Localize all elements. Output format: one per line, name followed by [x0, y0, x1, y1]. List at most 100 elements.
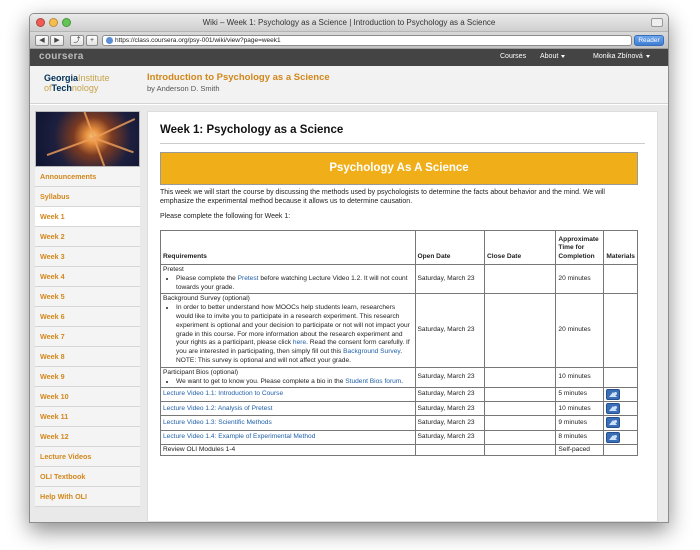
- table-header-row: Requirements Open Date Close Date Approx…: [160, 230, 638, 265]
- close-date: [484, 443, 557, 457]
- header-approx-time: Approximate Time for Completion: [555, 230, 605, 265]
- close-date: [484, 429, 557, 445]
- chevron-down-icon: [645, 54, 650, 58]
- open-date: Saturday, March 23: [414, 401, 486, 417]
- logo-word-nology: nology: [71, 83, 99, 93]
- coursera-logo[interactable]: coursera: [39, 51, 84, 62]
- url-text: https://class.coursera.org/psy-001/wiki/…: [115, 37, 281, 44]
- nav-user-menu[interactable]: Monika Zbínová: [593, 53, 650, 60]
- lecture-link-3[interactable]: Lecture Video 1.3: Scientific Methods: [163, 419, 272, 426]
- instructions-text: Please complete the following for Week 1…: [160, 213, 291, 220]
- sidebar-item-announcements[interactable]: Announcements: [35, 167, 140, 187]
- sidebar-item-help-with-oli[interactable]: Help With OLI: [35, 487, 140, 507]
- image-icon[interactable]: [606, 417, 621, 429]
- main-content: Week 1: Psychology as a Science Psycholo…: [147, 111, 658, 522]
- reader-button[interactable]: Reader: [634, 35, 664, 46]
- bios-heading: Participant Bios (optional): [163, 368, 239, 376]
- lecture-link-2[interactable]: Lecture Video 1.2: Analysis of Pretest: [163, 405, 272, 412]
- logo-word-georgia: Georgia: [44, 73, 79, 83]
- table-row: Lecture Video 1.3: Scientific Methods Sat…: [160, 415, 638, 431]
- materials-cell: [603, 387, 638, 403]
- sidebar-item-oli-textbook[interactable]: OLI Textbook: [35, 467, 140, 487]
- close-date: [484, 415, 557, 431]
- table-row: Pretest Please complete the Pretest befo…: [160, 263, 638, 295]
- sidebar-item-week-12[interactable]: Week 12: [35, 427, 140, 447]
- approx-time: 20 minutes: [555, 293, 605, 368]
- sidebar-item-week-6[interactable]: Week 6: [35, 307, 140, 327]
- materials-cell: [603, 401, 638, 417]
- nav-courses[interactable]: Courses: [500, 53, 526, 60]
- pretest-list: Please complete the Pretest before watch…: [176, 275, 413, 293]
- background-survey-link[interactable]: Background Survey: [343, 348, 400, 355]
- browser-toolbar: ◀ ▶ ⤴ + https://class.coursera.org/psy-0…: [30, 32, 668, 49]
- sidebar-item-week-8[interactable]: Week 8: [35, 347, 140, 367]
- address-bar[interactable]: https://class.coursera.org/psy-001/wiki/…: [102, 35, 632, 46]
- open-date: Saturday, March 23: [414, 366, 486, 389]
- bios-cell: Participant Bios (optional) We want to g…: [160, 366, 416, 389]
- materials-cell: [603, 263, 638, 295]
- approx-time: 10 minutes: [555, 366, 605, 389]
- image-icon[interactable]: [606, 431, 621, 443]
- title-bar: Wiki – Week 1: Psychology as a Science |…: [30, 14, 668, 32]
- sidebar-item-week-5[interactable]: Week 5: [35, 287, 140, 307]
- title-divider: [160, 143, 645, 144]
- open-date: Saturday, March 23: [414, 387, 486, 403]
- lecture-link-4[interactable]: Lecture Video 1.4: Example of Experiment…: [163, 433, 315, 440]
- materials-cell: [603, 415, 638, 431]
- close-date: [484, 366, 557, 389]
- image-icon[interactable]: [606, 389, 621, 401]
- logo-word-institute: Institute: [78, 73, 110, 83]
- header-open-date: Open Date: [414, 230, 486, 265]
- nav-about[interactable]: About: [540, 53, 566, 60]
- sidebar-item-week-11[interactable]: Week 11: [35, 407, 140, 427]
- logo-word-of: of: [44, 83, 52, 93]
- list-item: Please complete the Pretest before watch…: [176, 275, 413, 293]
- fullscreen-button[interactable]: [651, 18, 663, 27]
- bios-text-2: .: [401, 377, 404, 385]
- week-intro: This week we will start the course by di…: [160, 189, 605, 205]
- sidebar-item-week-1[interactable]: Week 1: [35, 207, 140, 227]
- lecture-link-1[interactable]: Lecture Video 1.1: Introduction to Cours…: [163, 390, 283, 397]
- materials-cell: [603, 443, 638, 457]
- share-button[interactable]: ⤴: [70, 35, 84, 46]
- approx-time: 5 minutes: [555, 387, 605, 403]
- course-instructor: by Anderson D. Smith: [147, 84, 220, 93]
- student-bios-link[interactable]: Student Bios forum: [345, 378, 401, 385]
- table-row: Lecture Video 1.4: Example of Experiment…: [160, 429, 638, 445]
- approx-time: Self-paced: [555, 443, 605, 457]
- sidebar-item-week-9[interactable]: Week 9: [35, 367, 140, 387]
- logo-line-2: ofTechnology: [44, 83, 122, 93]
- pretest-cell: Pretest Please complete the Pretest befo…: [160, 263, 416, 295]
- header-materials: Materials: [603, 230, 638, 265]
- open-date: [414, 443, 486, 457]
- open-date: Saturday, March 23: [414, 263, 486, 295]
- list-item: In order to better understand how MOOCs …: [176, 304, 413, 366]
- course-banner-image: [35, 111, 140, 167]
- page-title: Week 1: Psychology as a Science: [160, 124, 344, 136]
- sidebar-item-week-7[interactable]: Week 7: [35, 327, 140, 347]
- table-row: Lecture Video 1.1: Introduction to Cours…: [160, 387, 638, 403]
- pretest-text-1: Please complete the: [176, 274, 238, 282]
- sidebar-item-week-4[interactable]: Week 4: [35, 267, 140, 287]
- sidebar-item-lecture-videos[interactable]: Lecture Videos: [35, 447, 140, 467]
- approx-time: 20 minutes: [555, 263, 605, 295]
- image-icon[interactable]: [606, 403, 621, 415]
- forward-button[interactable]: ▶: [50, 35, 64, 46]
- bios-list: We want to get to know you. Please compl…: [176, 378, 413, 387]
- sidebar-item-week-2[interactable]: Week 2: [35, 227, 140, 247]
- sidebar-item-week-3[interactable]: Week 3: [35, 247, 140, 267]
- course-header: GeorgiaInstitute ofTechnology Introducti…: [30, 66, 668, 104]
- approx-time: 8 minutes: [555, 429, 605, 445]
- consent-here-link[interactable]: here: [293, 339, 306, 346]
- course-title[interactable]: Introduction to Psychology as a Science: [147, 72, 330, 83]
- section-banner: Psychology As A Science: [160, 152, 638, 185]
- sidebar-item-week-10[interactable]: Week 10: [35, 387, 140, 407]
- bios-text-1: We want to get to know you. Please compl…: [176, 377, 346, 385]
- back-button[interactable]: ◀: [35, 35, 49, 46]
- add-bookmark-button[interactable]: +: [86, 35, 98, 46]
- neuron-ray: [46, 137, 95, 157]
- pretest-link[interactable]: Pretest: [238, 275, 259, 282]
- sidebar-item-syllabus[interactable]: Syllabus: [35, 187, 140, 207]
- georgia-tech-logo[interactable]: GeorgiaInstitute ofTechnology: [44, 73, 122, 95]
- survey-list: In order to better understand how MOOCs …: [176, 304, 413, 366]
